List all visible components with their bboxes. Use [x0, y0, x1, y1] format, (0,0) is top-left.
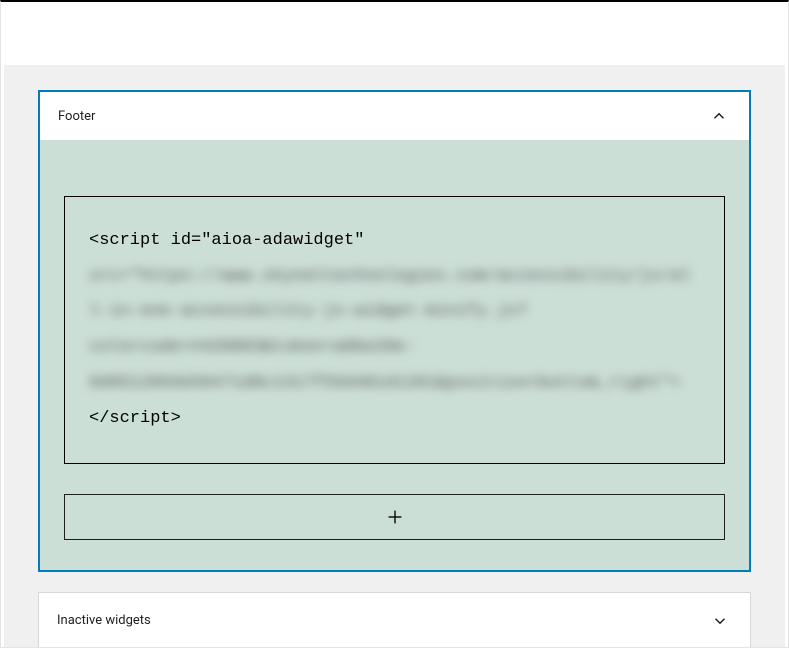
footer-panel-header[interactable]: Footer	[40, 92, 749, 140]
footer-panel-title: Footer	[58, 109, 95, 124]
custom-html-code-block[interactable]: <script id="aioa-adawidget" src="https:/…	[64, 196, 725, 464]
inactive-widgets-title: Inactive widgets	[57, 613, 151, 628]
inactive-widgets-header[interactable]: Inactive widgets	[39, 593, 750, 647]
code-line-open: <script id="aioa-adawidget"	[89, 231, 364, 250]
code-line-src-blurred: src="https://www.skynettechnologies.com/…	[89, 267, 691, 393]
chevron-up-icon	[707, 104, 731, 128]
chevron-down-icon	[708, 609, 732, 633]
add-block-button[interactable]	[64, 494, 725, 540]
code-line-close: </script>	[89, 409, 181, 428]
footer-panel: Footer <script id="aioa-adawidget" src="…	[38, 90, 751, 572]
app-frame: Footer <script id="aioa-adawidget" src="…	[0, 0, 789, 648]
plus-icon	[384, 506, 406, 528]
inactive-widgets-panel: Inactive widgets	[38, 592, 751, 647]
footer-panel-body: <script id="aioa-adawidget" src="https:/…	[40, 140, 749, 570]
widgets-area: Footer <script id="aioa-adawidget" src="…	[4, 65, 785, 647]
